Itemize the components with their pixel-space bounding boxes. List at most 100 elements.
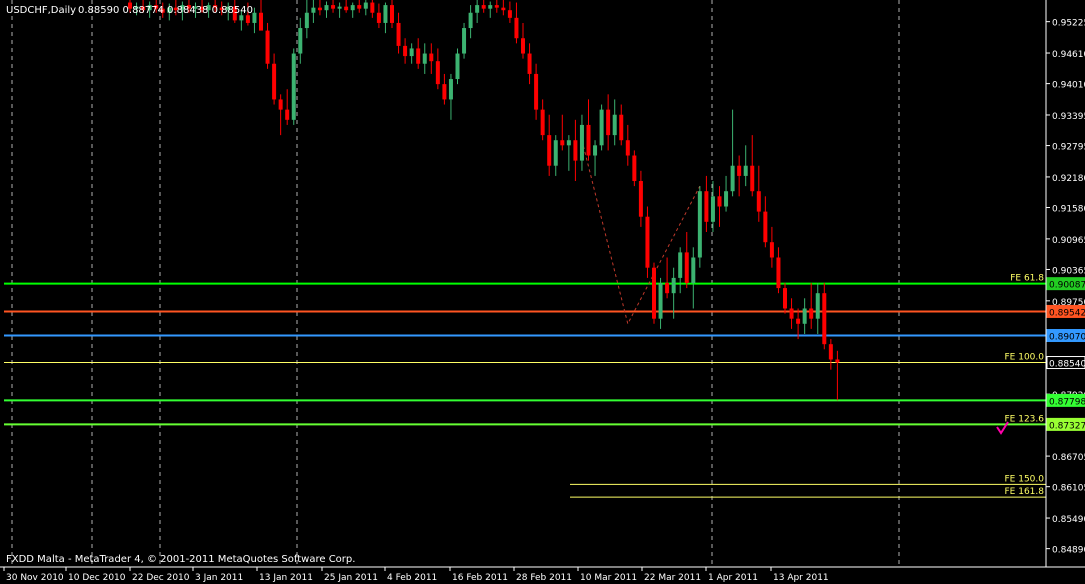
candle-body — [521, 38, 525, 54]
y-tick-label: 0.86105 — [1052, 484, 1085, 494]
x-tick-label: 4 Feb 2011 — [387, 573, 437, 583]
candle-body — [285, 109, 290, 120]
level-tag-text: 0.87798 — [1049, 397, 1085, 407]
candle-body — [737, 165, 742, 176]
x-tick-label: 10 Mar 2011 — [580, 573, 637, 583]
candle-body — [507, 10, 512, 18]
candle-body — [534, 73, 539, 110]
candle-body — [344, 6, 349, 11]
y-tick-label: 0.94610 — [1052, 50, 1085, 60]
candle-body — [671, 277, 676, 294]
candle-body — [442, 84, 447, 100]
candle-body — [763, 211, 768, 243]
candle-body — [547, 135, 552, 166]
candle-body — [802, 308, 807, 324]
candle-body — [422, 53, 427, 64]
candle-body — [750, 165, 755, 192]
x-tick-label: 22 Mar 2011 — [644, 573, 701, 583]
candle-body — [632, 155, 637, 182]
level-tag-text: 0.89070 — [1049, 333, 1085, 343]
candle-body — [429, 53, 434, 62]
candle-body — [239, 15, 244, 21]
candle-body — [390, 5, 394, 23]
candle-body — [488, 5, 493, 9]
x-tick-label: 13 Apr 2011 — [773, 573, 829, 583]
candle-body — [691, 257, 696, 283]
chart-background — [0, 0, 1085, 584]
y-tick-label: 0.84890 — [1052, 546, 1085, 556]
candle-body — [272, 63, 277, 100]
y-tick-label: 0.90365 — [1052, 266, 1085, 276]
candle-body — [717, 196, 722, 207]
candle-body — [298, 28, 303, 54]
candle-body — [619, 114, 624, 141]
candle-body — [724, 191, 729, 207]
candle-body — [324, 5, 329, 11]
candle-body — [383, 5, 388, 23]
candle-body — [566, 140, 571, 146]
candle-body — [652, 267, 656, 319]
candle-body — [599, 109, 604, 146]
y-tick-label: 0.91580 — [1052, 205, 1085, 215]
y-tick-label: 0.93395 — [1052, 112, 1085, 122]
y-tick-label: 0.92795 — [1052, 143, 1085, 153]
candle-body — [259, 12, 263, 31]
candle-body — [462, 28, 467, 54]
y-tick-label: 0.92180 — [1052, 174, 1085, 184]
fe-label: FE 161.8 — [1005, 487, 1045, 497]
x-tick-label: 1 Apr 2011 — [708, 573, 758, 583]
candle-body — [828, 344, 833, 360]
candle-body — [684, 252, 689, 283]
candle-body — [409, 48, 414, 57]
level-tag-text: 0.90087 — [1049, 281, 1085, 291]
candle-body — [468, 12, 473, 29]
candle-body — [789, 308, 794, 319]
candle-body — [416, 48, 421, 64]
level-tag-text: 0.87327 — [1049, 421, 1085, 431]
ohlc-values: 0.88590 0.88774 0.88438 0.88540 — [78, 5, 253, 16]
fe-label: FE 150.0 — [1005, 474, 1045, 484]
candle-body — [573, 140, 578, 161]
candle-body — [560, 140, 565, 146]
candle-body — [245, 15, 250, 23]
candle-body — [612, 114, 617, 136]
candle-body — [475, 5, 480, 13]
fe-label: FE 123.6 — [1005, 414, 1045, 424]
candle-body — [494, 5, 499, 8]
candle-body — [350, 5, 355, 11]
candle-body — [756, 191, 761, 212]
x-tick-label: 28 Feb 2011 — [516, 573, 572, 583]
candle-body — [337, 6, 342, 9]
candle-body — [514, 17, 519, 39]
candle-body — [822, 293, 827, 345]
candle-body — [697, 191, 702, 258]
y-tick-label: 0.94010 — [1052, 81, 1085, 91]
candle-body — [704, 191, 709, 222]
x-tick-label: 10 Dec 2010 — [68, 573, 126, 583]
candle-body — [769, 242, 774, 258]
candle-body — [586, 124, 591, 156]
candle-body — [809, 308, 814, 319]
candle-body — [553, 140, 558, 166]
candle-body — [593, 145, 598, 156]
candle-body — [370, 2, 375, 13]
y-tick-label: 0.90965 — [1052, 236, 1085, 246]
candle-body — [658, 282, 663, 319]
candle-body — [665, 282, 670, 294]
candle-body — [403, 45, 408, 57]
candle-body — [481, 5, 486, 9]
candle-body — [579, 124, 584, 161]
fe-label: FE 61.8 — [1010, 274, 1044, 284]
level-tag-text: 0.89542 — [1049, 308, 1085, 318]
candle-body — [357, 5, 362, 9]
candle-body — [455, 53, 460, 80]
y-tick-label: 0.86705 — [1052, 453, 1085, 463]
candle-body — [638, 181, 643, 217]
candle-body — [796, 318, 801, 324]
candle-body — [376, 12, 381, 23]
fe-label: FE 100.0 — [1005, 353, 1045, 363]
candlestick-chart[interactable]: 0.95225 0.94610 0.94010 0.93395 0.92795 0.921… — [0, 0, 1085, 584]
candle-body — [252, 12, 257, 23]
candle-body — [815, 293, 820, 319]
level-tag-text: 0.88540 — [1049, 360, 1085, 370]
